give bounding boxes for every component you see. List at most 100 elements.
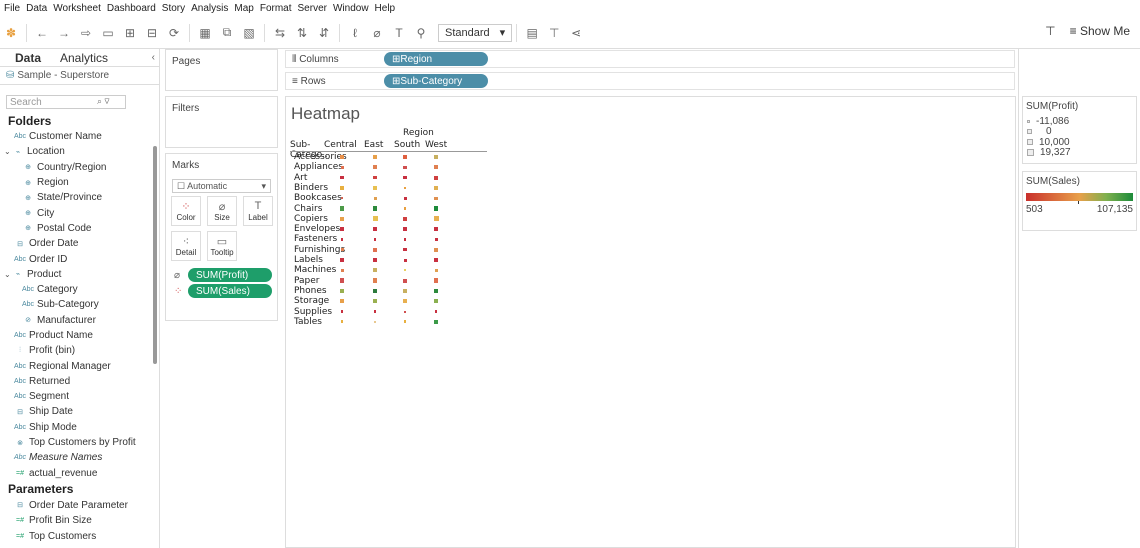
duplicate-icon[interactable]: ⧉ (220, 24, 234, 42)
collapse-icon[interactable]: ‹ (152, 52, 159, 63)
heatmap-cell[interactable] (373, 165, 377, 170)
rows-shelf[interactable]: ≡ Rows ⊞ Sub-Category (285, 72, 1015, 90)
row-label[interactable]: Phones (294, 286, 327, 296)
tab-analytics[interactable]: Analytics (56, 51, 112, 65)
field-item[interactable]: Abc Regional Manager (0, 358, 159, 373)
presentation-icon[interactable]: ⊤ (547, 24, 561, 42)
heatmap-cell[interactable] (340, 165, 344, 169)
row-label[interactable]: Envelopes (294, 224, 340, 234)
color-button[interactable]: ⁘ Color (171, 196, 201, 226)
save-icon[interactable]: ▭ (101, 24, 115, 42)
heatmap-cell[interactable] (372, 299, 378, 304)
heatmap-cell[interactable] (340, 258, 344, 262)
row-label[interactable]: Chairs (294, 204, 322, 214)
view-canvas[interactable]: Heatmap Region Sub-Catego.. Central East Sou… (285, 96, 1016, 548)
heatmap-cell[interactable] (340, 186, 344, 190)
menu-item-analysis[interactable]: Analysis (191, 3, 228, 14)
heatmap-cell[interactable] (403, 227, 407, 231)
heatmap-cell[interactable] (433, 206, 439, 211)
row-label[interactable]: Bookcases (294, 193, 342, 203)
sort-descending-icon[interactable]: ⇵ (317, 24, 331, 42)
heatmap-cell[interactable] (340, 310, 344, 313)
presentation-mode-icon[interactable]: ⊤ (1045, 24, 1055, 38)
field-item[interactable]: Abc Product Name (0, 328, 159, 343)
field-item[interactable]: ⊟ Order Date Parameter (0, 498, 159, 513)
heatmap-cell[interactable] (433, 216, 439, 222)
profit-size-legend[interactable]: SUM(Profit) -11,086 0 10,000 19,327 (1022, 96, 1137, 164)
row-label[interactable]: Machines (294, 265, 336, 275)
profit-legend-item[interactable]: 19,327 (1023, 147, 1136, 158)
region-pill[interactable]: ⊞ Region (384, 52, 488, 66)
row-label[interactable]: Furnishings (294, 245, 345, 255)
heatmap-cell[interactable] (372, 247, 378, 252)
expand-icon[interactable]: ⌄ (4, 270, 12, 279)
heatmap-cell[interactable] (374, 321, 376, 323)
heatmap-cell[interactable] (434, 268, 438, 272)
swap-icon[interactable]: ⇆ (273, 24, 287, 42)
menu-item-help[interactable]: Help (375, 3, 396, 14)
heatmap-cell[interactable] (403, 258, 407, 262)
row-label[interactable]: Paper (294, 276, 320, 286)
field-item[interactable]: ⊕ City (0, 205, 159, 220)
label-button[interactable]: T Label (243, 196, 273, 226)
sales-color-pill[interactable]: SUM(Sales) (188, 284, 272, 298)
menu-item-format[interactable]: Format (260, 3, 292, 14)
heatmap-cell[interactable] (433, 185, 439, 191)
heatmap-cell[interactable] (433, 299, 439, 304)
forward-icon[interactable]: → (57, 24, 71, 42)
heatmap-cell[interactable] (434, 310, 438, 313)
profit-size-pill[interactable]: SUM(Profit) (188, 268, 272, 282)
tab-data[interactable]: Data (0, 51, 56, 65)
heatmap-cell[interactable] (339, 216, 345, 222)
heatmap-cell[interactable] (340, 299, 344, 303)
subcategory-pill[interactable]: ⊞ Sub-Category (384, 74, 488, 88)
column-header-central[interactable]: Central (324, 140, 357, 150)
search-filter-icons[interactable]: ⌕ ⊽ (97, 96, 110, 107)
heatmap-cell[interactable] (373, 238, 377, 241)
sort-ascending-icon[interactable]: ⇅ (295, 24, 309, 42)
tableau-logo-icon[interactable]: ✽ (4, 24, 18, 42)
size-button[interactable]: ⌀ Size (207, 196, 237, 226)
field-item[interactable]: ⊕ Country/Region (0, 160, 159, 175)
show-me-button[interactable]: ≡ Show Me (1070, 24, 1130, 38)
heatmap-cell[interactable] (373, 258, 377, 262)
expand-icon[interactable]: ⌄ (4, 147, 12, 156)
heatmap-cell[interactable] (340, 248, 344, 252)
heatmap-cell[interactable] (373, 227, 377, 231)
pin-icon[interactable]: ⚲ (414, 24, 428, 42)
heatmap-cell[interactable] (403, 238, 407, 241)
heatmap-cell[interactable] (434, 237, 438, 241)
row-label[interactable]: Tables (294, 317, 322, 327)
profit-legend-item[interactable]: 10,000 (1023, 137, 1136, 148)
heatmap-cell[interactable] (402, 288, 408, 294)
field-item[interactable]: Abc Ship Mode (0, 420, 159, 435)
heatmap-cell[interactable] (373, 175, 377, 180)
heatmap-cell[interactable] (403, 175, 407, 180)
heatmap-cell[interactable] (340, 320, 344, 324)
field-item[interactable]: Abc Sub-Category (0, 297, 159, 312)
profit-legend-item[interactable]: 0 (1023, 126, 1136, 137)
group-icon[interactable]: ⌀ (370, 24, 384, 42)
menu-item-server[interactable]: Server (298, 3, 327, 14)
field-item[interactable]: ⊘ Manufacturer (0, 313, 159, 328)
heatmap-cell[interactable] (339, 206, 345, 211)
heatmap-cell[interactable] (373, 196, 377, 200)
row-label[interactable]: Supplies (294, 307, 332, 317)
heatmap-cell[interactable] (433, 165, 439, 170)
clear-sheet-icon[interactable]: ▧ (242, 24, 256, 42)
field-item[interactable]: Abc Order ID (0, 251, 159, 266)
refresh-icon[interactable]: ⟳ (167, 24, 181, 42)
show-cards-icon[interactable]: ▤ (525, 24, 539, 42)
field-item[interactable]: =# Top Customers (0, 528, 159, 543)
share-icon[interactable]: ⋖ (569, 24, 583, 42)
heatmap-cell[interactable] (402, 216, 408, 222)
row-label[interactable]: Appliances (294, 162, 343, 172)
menu-item-worksheet[interactable]: Worksheet (53, 3, 101, 14)
heatmap-cell[interactable] (404, 310, 406, 313)
heatmap-cell[interactable] (403, 247, 407, 252)
heatmap-cell[interactable] (373, 268, 377, 273)
new-datasource-icon[interactable]: ⊞ (123, 24, 137, 42)
datasource-item[interactable]: ⛁ Sample - Superstore (0, 67, 159, 85)
field-item[interactable]: Abc Category (0, 282, 159, 297)
row-label[interactable]: Fasteners (294, 234, 337, 244)
